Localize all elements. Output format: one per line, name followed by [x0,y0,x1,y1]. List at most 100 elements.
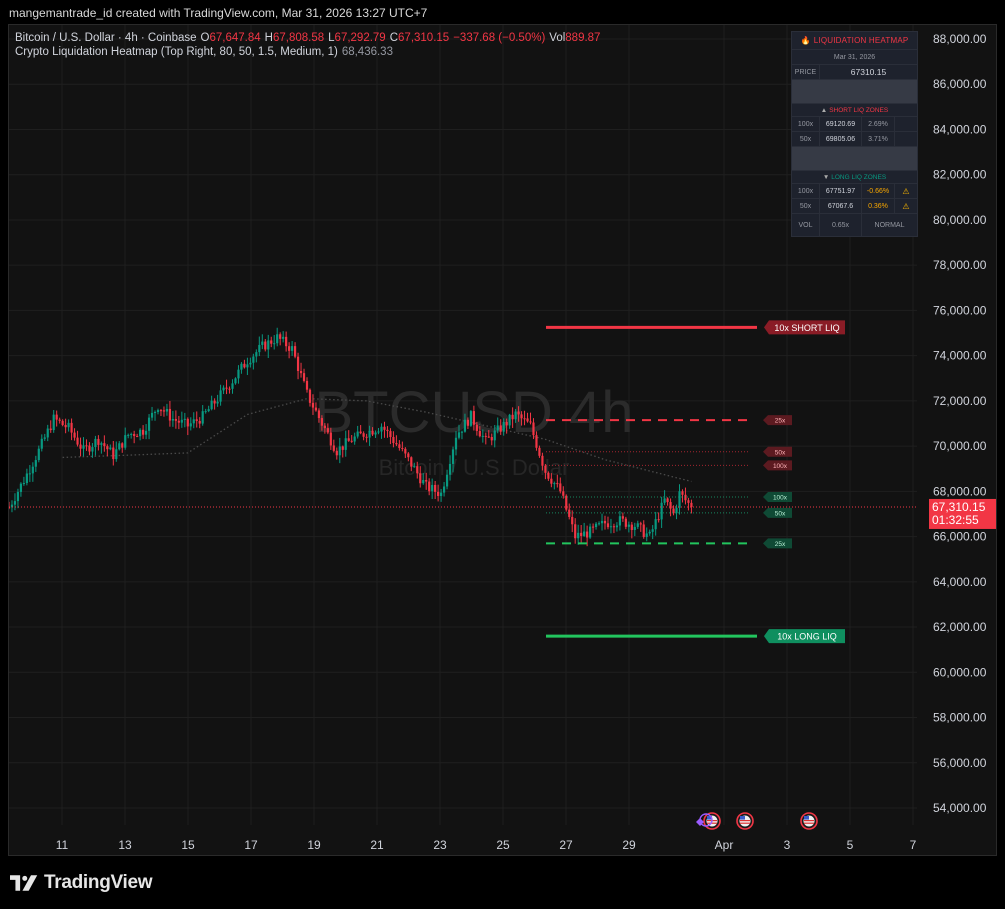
long-row-pct: 0.36% [862,199,895,213]
candle-body [478,430,481,437]
candle-body [589,526,592,538]
candle-body [404,448,407,454]
candle-body [201,411,204,424]
candle-body [368,430,371,438]
candle-body [505,421,508,426]
candle-body [445,474,449,487]
symbol-title[interactable]: Bitcoin / U.S. Dollar · 4h · Coinbase [15,31,197,45]
candle-body [305,380,309,390]
candle-body [484,435,487,437]
candle-body [341,446,344,450]
candle-body [174,418,177,421]
candle-body [466,419,470,426]
tradingview-wordmark: TradingView [44,872,153,893]
candle-body [94,438,97,448]
us-flag-icon[interactable] [736,812,754,830]
tradingview-logo-icon [10,875,38,891]
candle-body [663,498,666,503]
candle-body [156,410,160,412]
candle-body [28,473,31,475]
candle-body [273,343,276,345]
candle-body [651,529,654,532]
candle-body [88,445,91,452]
candle-body [153,411,157,413]
table-spacer [792,80,917,104]
candle-body [457,432,461,438]
candle-body [264,341,267,350]
candle-body [323,425,326,429]
chart-panel[interactable]: BTCUSD 4h Bitcoin / U.S. Dollar 10x SHOR… [8,24,997,856]
price-tick-label: 72,000.00 [933,394,987,408]
candle-body [100,443,103,445]
candle-body [410,457,413,467]
candle-body [130,434,133,436]
candle-body [34,460,37,467]
candle-body [571,516,574,525]
candle-body [603,520,607,524]
time-axis[interactable]: 11 13 15 17 19 21 23 25 27 29 Apr 3 5 7 [56,838,917,852]
candle-body [469,411,472,426]
candle-body [133,434,136,437]
candle-body [183,418,186,420]
candle-body [13,501,17,505]
candle-body [293,346,297,357]
countdown-label: 01:32:55 [932,513,979,527]
candle-body [225,387,228,389]
candle-body [591,526,595,528]
tradingview-logo[interactable]: TradingView [10,872,153,894]
price-tick-label: 76,000.00 [933,303,987,317]
indicator-value: 68,436.33 [341,46,393,58]
candle-body [267,340,270,350]
candle-body [25,473,28,484]
liquidation-heatmap-table: 🔥 LIQUIDATION HEATMAP Mar 31, 2026 PRICE… [791,31,918,237]
candle-body [621,516,624,519]
candle-body [186,418,189,427]
candle-body [344,438,347,450]
candle-body [270,340,273,344]
candle-body [332,445,335,451]
candle-body [508,414,511,426]
candle-body [434,484,437,492]
candle-body [189,423,192,427]
candle-body [586,531,589,538]
candle-body [419,473,422,484]
liq-level-label: 100x [773,463,788,470]
candle-body [85,445,88,447]
vol-value: 0.65x [820,214,862,236]
time-tick-label: 3 [784,838,791,852]
indicator-title[interactable]: Crypto Liquidation Heatmap (Top Right, 8… [15,45,338,59]
price-axis[interactable]: 88,000.00 86,000.00 84,000.00 82,000.00 80,0… [933,32,987,815]
time-tick-label: 27 [559,838,573,852]
candle-body [583,531,586,536]
us-flag-icon[interactable] [800,812,818,830]
candle-body [666,498,669,503]
candle-body [192,419,195,424]
economic-events[interactable] [696,812,818,830]
candle-body [112,447,115,460]
candle-body [46,428,49,438]
candle-body [517,411,520,415]
liq-level-label: 10x SHORT LIQ [774,323,839,333]
candle-body [76,437,79,445]
candle-body [648,531,651,534]
candle-body [168,408,172,421]
candle-body [180,419,183,423]
candle-body [288,346,291,351]
candle-body [428,481,431,492]
candle-body [329,432,332,446]
candle-body [258,344,261,353]
candle-body [136,436,139,438]
candle-body [115,449,118,460]
candle-body [338,446,341,456]
short-row-pct: 3.71% [862,132,895,146]
candle-body [121,443,124,448]
candle-body [228,388,231,390]
price-tick-label: 54,000.00 [933,801,987,815]
candle-body [222,387,225,391]
candle-body [401,447,404,449]
long-row-price: 67067.6 [820,199,862,213]
candle-body [299,371,303,374]
candle-body [511,414,514,420]
price-row: PRICE 67310.15 [792,65,917,80]
candle-body [451,449,455,464]
